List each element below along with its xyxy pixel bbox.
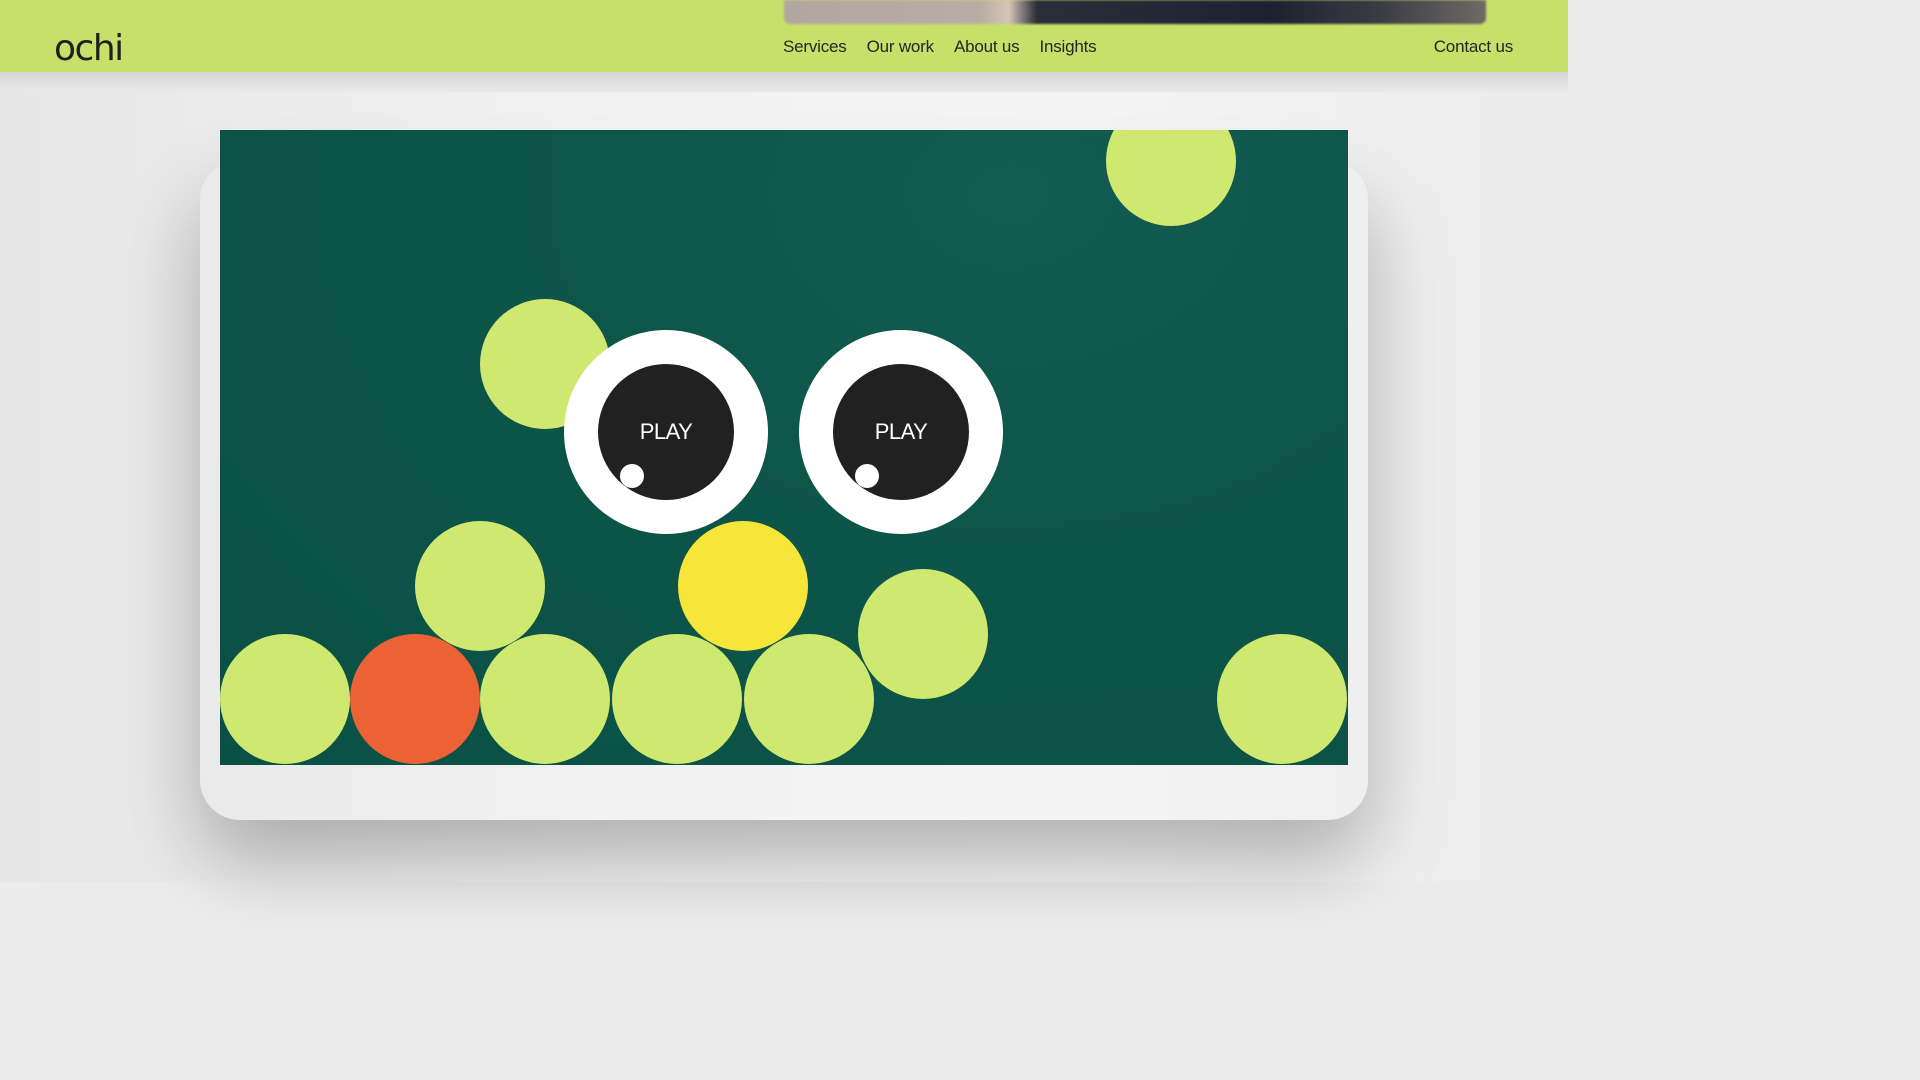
lime-ball xyxy=(1217,634,1347,764)
logo[interactable]: ochi xyxy=(54,28,124,69)
nav-services[interactable]: Services xyxy=(783,37,847,57)
pupil-glint xyxy=(855,464,879,488)
right-eye-play-button[interactable]: PLAY xyxy=(799,330,1003,534)
left-pupil: PLAY xyxy=(598,364,734,500)
eyes-game-canvas[interactable]: PLAY PLAY xyxy=(220,130,1348,765)
lime-ball xyxy=(744,634,874,764)
header-background-image xyxy=(784,0,1486,24)
nav-insights[interactable]: Insights xyxy=(1039,37,1096,57)
nav-contact-us[interactable]: Contact us xyxy=(1434,37,1513,57)
main-nav: Services Our work About us Insights xyxy=(783,37,1116,57)
right-pupil: PLAY xyxy=(833,364,969,500)
header-shadow xyxy=(0,72,1568,92)
lime-ball xyxy=(480,634,610,764)
pupil-glint xyxy=(620,464,644,488)
left-eye-play-button[interactable]: PLAY xyxy=(564,330,768,534)
lime-ball xyxy=(220,634,350,764)
site-header: ochi Services Our work About us Insights… xyxy=(0,0,1568,72)
play-label: PLAY xyxy=(874,419,928,444)
yellow-ball xyxy=(678,521,808,651)
nav-our-work[interactable]: Our work xyxy=(867,37,935,57)
page: ochi Services Our work About us Insights… xyxy=(0,0,1568,882)
lime-ball xyxy=(858,569,988,699)
play-label: PLAY xyxy=(639,419,693,444)
lime-ball xyxy=(612,634,742,764)
lime-ball xyxy=(1106,130,1236,226)
lime-ball xyxy=(415,521,545,651)
orange-ball xyxy=(350,634,480,764)
nav-about-us[interactable]: About us xyxy=(954,37,1020,57)
